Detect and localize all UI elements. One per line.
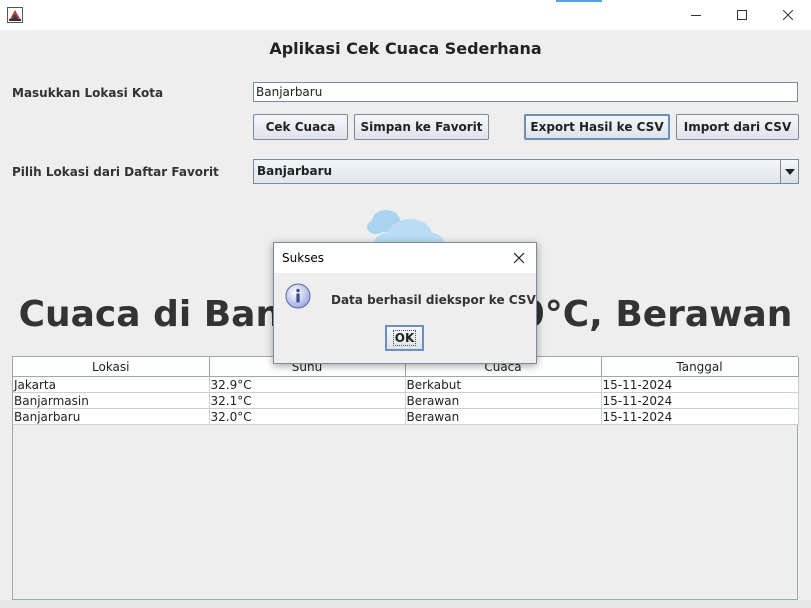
minimize-icon	[691, 15, 701, 16]
table-cell: 15-11-2024	[601, 392, 799, 409]
accent-strip	[556, 0, 602, 2]
export-csv-button[interactable]: Export Hasil ke CSV	[524, 114, 670, 140]
table-cell: 15-11-2024	[601, 408, 799, 425]
table-cell: Berawan	[405, 408, 602, 425]
close-icon	[783, 10, 793, 20]
dialog-close-button[interactable]	[504, 243, 534, 273]
table-cell: 32.1°C	[209, 392, 406, 409]
app-window: Aplikasi Cek Cuaca Sederhana Masukkan Lo…	[0, 0, 811, 608]
save-favorite-button[interactable]: Simpan ke Favorit	[354, 114, 489, 140]
close-icon	[513, 252, 525, 264]
table-cell: Berawan	[405, 392, 602, 409]
import-csv-button[interactable]: Import dari CSV	[676, 114, 799, 140]
table-cell: Banjarbaru	[13, 408, 210, 425]
title-bar	[0, 0, 811, 30]
table-cell: Jakarta	[13, 376, 210, 393]
success-dialog: Sukses Data berhasil diekspor ke CSV OK	[273, 242, 537, 364]
table-row[interactable]: Banjarbaru 32.0°C Berawan 15-11-2024	[13, 408, 799, 425]
column-header[interactable]: Tanggal	[601, 357, 799, 377]
weather-table[interactable]: Lokasi Suhu Cuaca Tanggal Jakarta 32.9°C…	[12, 356, 799, 600]
table-cell: Banjarmasin	[13, 392, 210, 409]
column-header[interactable]: Lokasi	[13, 357, 210, 377]
maximize-button[interactable]	[719, 0, 765, 30]
maximize-icon	[737, 10, 747, 20]
bottom-edge	[0, 600, 811, 608]
ok-button[interactable]: OK	[385, 325, 424, 351]
table-cell: 32.0°C	[209, 408, 406, 425]
close-button[interactable]	[765, 0, 811, 30]
favorite-combo[interactable]: Banjarbaru	[253, 159, 799, 184]
dialog-title: Sukses	[282, 251, 325, 265]
minimize-button[interactable]	[673, 0, 719, 30]
city-label: Masukkan Lokasi Kota	[12, 86, 164, 100]
chevron-down-icon	[784, 168, 795, 175]
check-weather-button[interactable]: Cek Cuaca	[253, 114, 348, 140]
table-row[interactable]: Banjarmasin 32.1°C Berawan 15-11-2024	[13, 392, 799, 409]
ok-label: OK	[392, 330, 417, 346]
dialog-message: Data berhasil diekspor ke CSV	[331, 293, 536, 307]
history-table: Lokasi Suhu Cuaca Tanggal Jakarta 32.9°C…	[13, 357, 799, 425]
java-app-icon	[7, 7, 23, 23]
table-cell: 32.9°C	[209, 376, 406, 393]
dialog-title-bar: Sukses	[274, 243, 536, 273]
city-input[interactable]: Banjarbaru	[253, 82, 798, 102]
favorite-label: Pilih Lokasi dari Daftar Favorit	[12, 165, 219, 179]
table-cell: Berkabut	[405, 376, 602, 393]
table-row[interactable]: Jakarta 32.9°C Berkabut 15-11-2024	[13, 376, 799, 393]
info-icon	[285, 283, 311, 309]
app-title: Aplikasi Cek Cuaca Sederhana	[269, 39, 542, 58]
favorite-selected: Banjarbaru	[257, 164, 333, 178]
combo-dropdown-button[interactable]	[780, 160, 798, 183]
table-cell: 15-11-2024	[601, 376, 799, 393]
